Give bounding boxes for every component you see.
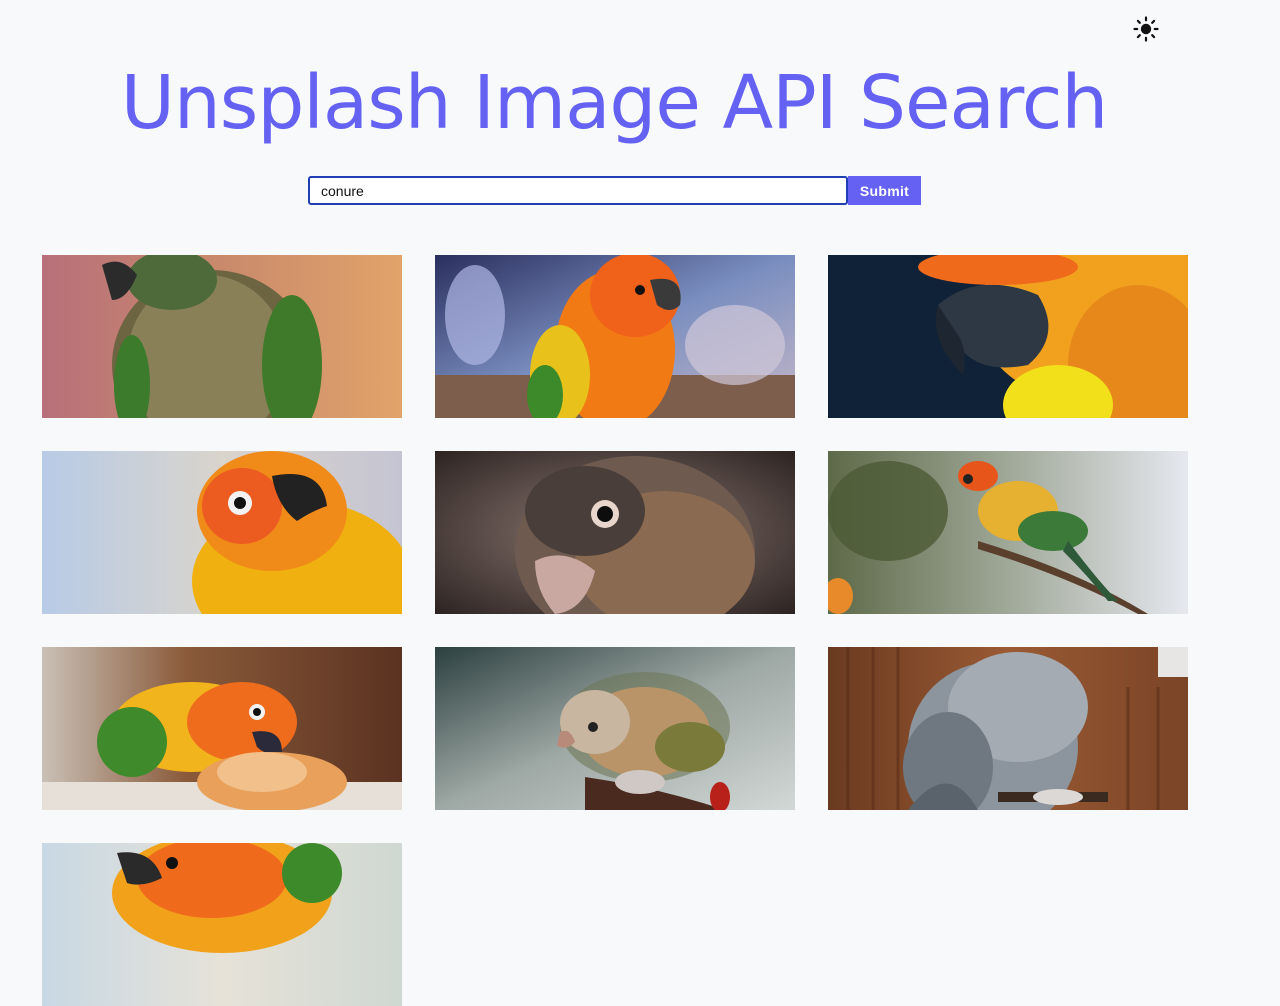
result-image[interactable] (828, 647, 1188, 810)
search-form: Submit (308, 176, 921, 205)
result-image[interactable] (42, 255, 402, 418)
page-title: Unsplash Image API Search (120, 60, 1109, 146)
result-image[interactable] (435, 255, 795, 418)
sun-icon (1133, 16, 1159, 42)
image-results-grid (42, 255, 1188, 1006)
result-image[interactable] (828, 451, 1188, 614)
result-image[interactable] (42, 451, 402, 614)
result-image[interactable] (42, 843, 402, 1006)
result-image[interactable] (42, 647, 402, 810)
result-image[interactable] (435, 647, 795, 810)
submit-button[interactable]: Submit (848, 176, 921, 205)
result-image[interactable] (828, 255, 1188, 418)
result-image[interactable] (435, 451, 795, 614)
search-input[interactable] (308, 176, 848, 205)
theme-toggle-button[interactable] (1132, 15, 1160, 43)
